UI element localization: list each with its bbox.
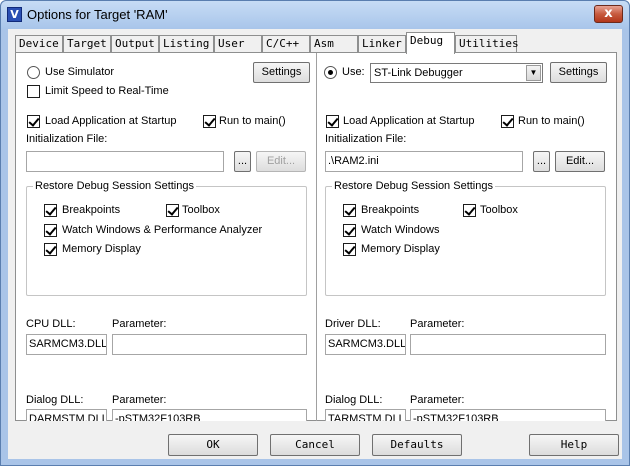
right-init-file-edit-button[interactable]: Edit... — [555, 151, 605, 172]
right-dialog-dll-label: Dialog DLL: — [325, 394, 383, 406]
dialog-dll-label: Dialog DLL: — [26, 394, 84, 406]
tab-target[interactable]: Target — [63, 35, 111, 53]
right-init-file-browse-button[interactable]: ... — [533, 151, 550, 172]
right-toolbox-checkbox[interactable] — [463, 204, 476, 217]
tab-debug[interactable]: Debug — [406, 32, 455, 54]
right-init-file-label: Initialization File: — [325, 133, 407, 145]
breakpoints-label: Breakpoints — [62, 204, 121, 216]
restore-settings-group: Restore Debug Session Settings Breakpoin… — [26, 180, 307, 296]
right-breakpoints-checkbox[interactable] — [343, 204, 356, 217]
cpu-param-label: Parameter: — [112, 318, 167, 330]
close-icon: x — [604, 6, 613, 21]
tab-user[interactable]: User — [214, 35, 262, 53]
init-file-edit-button[interactable]: Edit... — [256, 151, 306, 172]
debugger-select[interactable]: ST-Link Debugger ▼ — [370, 63, 543, 83]
use-simulator-radio[interactable] — [27, 66, 40, 79]
ok-button[interactable]: OK — [168, 434, 258, 456]
right-breakpoints-label: Breakpoints — [361, 204, 420, 216]
tab-device[interactable]: Device — [15, 35, 63, 53]
right-toolbox-label: Toolbox — [480, 204, 518, 216]
right-watch-windows-checkbox[interactable] — [343, 224, 356, 237]
right-restore-settings-group: Restore Debug Session Settings Breakpoin… — [325, 180, 606, 296]
load-app-label: Load Application at Startup — [45, 115, 177, 127]
keil-uvision-icon: V — [7, 7, 22, 22]
right-dialog-param-label: Parameter: — [410, 394, 465, 406]
memory-display-label: Memory Display — [62, 243, 141, 255]
right-restore-settings-title: Restore Debug Session Settings — [332, 180, 495, 192]
cpu-dll-label: CPU DLL: — [26, 318, 76, 330]
cancel-button[interactable]: Cancel — [270, 434, 360, 456]
options-dialog: V Options for Target 'RAM' x Device Targ… — [0, 0, 630, 466]
cpu-param-input[interactable] — [112, 334, 307, 355]
right-memory-display-checkbox[interactable] — [343, 243, 356, 256]
right-watch-windows-label: Watch Windows — [361, 224, 440, 236]
dialog-param-label: Parameter: — [112, 394, 167, 406]
title-bar[interactable]: V Options for Target 'RAM' x — [1, 1, 629, 29]
right-run-to-main-checkbox[interactable] — [501, 115, 514, 128]
run-to-main-label: Run to main() — [219, 115, 286, 127]
tab-listing[interactable]: Listing — [159, 35, 214, 53]
tab-asm[interactable]: Asm — [310, 35, 358, 53]
limit-speed-label: Limit Speed to Real-Time — [45, 85, 169, 97]
memory-display-checkbox[interactable] — [44, 243, 57, 256]
right-load-app-checkbox[interactable] — [326, 115, 339, 128]
defaults-button[interactable]: Defaults — [372, 434, 462, 456]
right-dialog-dll-input[interactable]: TARMSTM.DLL — [325, 409, 406, 421]
tab-output[interactable]: Output — [111, 35, 159, 53]
use-simulator-label: Use Simulator — [45, 66, 115, 78]
run-to-main-checkbox[interactable] — [203, 115, 216, 128]
column-divider — [316, 53, 317, 421]
breakpoints-checkbox[interactable] — [44, 204, 57, 217]
tab-strip: Device Target Output Listing User C/C++ … — [15, 32, 535, 54]
init-file-browse-button[interactable]: ... — [234, 151, 251, 172]
dialog-client: Device Target Output Listing User C/C++ … — [8, 29, 622, 459]
close-button[interactable]: x — [594, 5, 623, 23]
load-app-checkbox[interactable] — [27, 115, 40, 128]
simulator-settings-button[interactable]: Settings — [253, 62, 310, 83]
watch-windows-label: Watch Windows & Performance Analyzer — [62, 224, 263, 236]
init-file-label: Initialization File: — [26, 133, 108, 145]
tab-c-cpp[interactable]: C/C++ — [262, 35, 310, 53]
right-run-to-main-label: Run to main() — [518, 115, 585, 127]
dialog-param-input[interactable]: -pSTM32F103RB — [112, 409, 307, 421]
use-label: Use: — [342, 66, 365, 78]
toolbox-label: Toolbox — [182, 204, 220, 216]
use-debugger-radio[interactable] — [324, 66, 337, 79]
limit-speed-checkbox[interactable] — [27, 85, 40, 98]
driver-dll-input[interactable]: SARMCM3.DLL — [325, 334, 406, 355]
dialog-dll-input[interactable]: DARMSTM.DLL — [26, 409, 107, 421]
right-load-app-label: Load Application at Startup — [343, 115, 475, 127]
right-memory-display-label: Memory Display — [361, 243, 440, 255]
debugger-settings-button[interactable]: Settings — [550, 62, 607, 83]
debug-tab-panel: Use Simulator Limit Speed to Real-Time S… — [15, 52, 617, 421]
toolbox-checkbox[interactable] — [166, 204, 179, 217]
cpu-dll-input[interactable]: SARMCM3.DLL — [26, 334, 107, 355]
right-init-file-input[interactable]: .\RAM2.ini — [325, 151, 523, 172]
driver-dll-label: Driver DLL: — [325, 318, 381, 330]
driver-param-label: Parameter: — [410, 318, 465, 330]
chevron-down-icon[interactable]: ▼ — [526, 65, 541, 81]
driver-param-input[interactable] — [410, 334, 606, 355]
right-dialog-param-input[interactable]: -pSTM32F103RB — [410, 409, 606, 421]
tab-linker[interactable]: Linker — [358, 35, 406, 53]
restore-settings-title: Restore Debug Session Settings — [33, 180, 196, 192]
debugger-select-value: ST-Link Debugger — [374, 67, 463, 79]
tab-utilities[interactable]: Utilities — [455, 35, 519, 53]
window-title: Options for Target 'RAM' — [27, 7, 168, 22]
watch-windows-checkbox[interactable] — [44, 224, 57, 237]
help-button[interactable]: Help — [529, 434, 619, 456]
init-file-input[interactable] — [26, 151, 224, 172]
